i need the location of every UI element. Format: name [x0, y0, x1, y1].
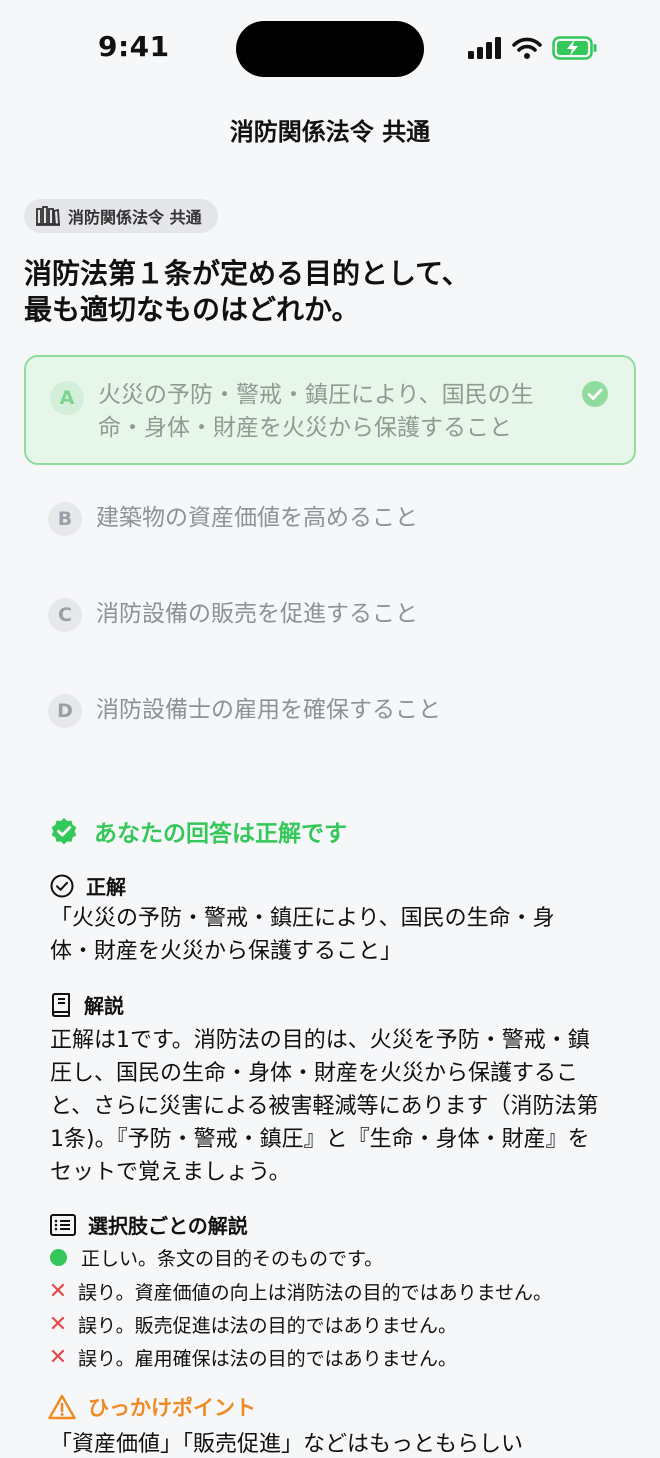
option-letter: B [48, 502, 82, 536]
category-tag: 消防関係法令 共通 [24, 199, 218, 233]
check-circle-outline-icon [50, 874, 74, 897]
book-icon [52, 992, 70, 1017]
correct-dot-icon [50, 1249, 67, 1266]
option-d[interactable]: D 消防設備士の雇用を確保すること [24, 694, 636, 728]
check-circle-icon [582, 381, 608, 407]
books-icon [36, 206, 60, 226]
trap-text: 「資産価値」「販売促進」などはもっともらしい [50, 1432, 524, 1457]
option-letter: A [50, 381, 84, 415]
answer-text: 「火災の予防・警戒・鎮圧により、国民の生命・身体・財産を火災から保護すること」 [50, 906, 555, 964]
cross-icon: ✕ [48, 1312, 68, 1337]
answer-heading: 正解 [50, 871, 126, 900]
per-option-item: ✕ 誤り。資産価値の向上は消防法の目的ではありません。 [48, 1278, 552, 1305]
warning-icon [48, 1394, 76, 1420]
per-option-heading: 選択肢ごとの解説 [50, 1210, 248, 1239]
battery-charging-icon [552, 36, 597, 60]
explanation-heading-label: 解説 [84, 994, 124, 1018]
option-c[interactable]: C 消防設備の販売を促進すること [24, 598, 636, 632]
signal-icon [468, 37, 501, 59]
answer-heading-label: 正解 [86, 875, 126, 899]
status-bar: 9:41 [0, 0, 660, 100]
list-icon [50, 1213, 76, 1236]
per-option-text: 誤り。販売促進は法の目的ではありません。 [78, 1315, 458, 1337]
per-option-item: 正しい。条文の目的そのものです。 [48, 1244, 383, 1271]
per-option-text: 誤り。雇用確保は法の目的ではありません。 [78, 1348, 458, 1370]
question-text: 消防法第１条が定める目的として、最も適切なものはどれか。 [24, 257, 470, 326]
verified-badge-icon [51, 818, 77, 845]
per-option-text: 誤り。資産価値の向上は消防法の目的ではありません。 [78, 1282, 553, 1304]
wifi-icon [512, 37, 542, 59]
cross-icon: ✕ [48, 1345, 68, 1370]
per-option-item: ✕ 誤り。雇用確保は法の目的ではありません。 [48, 1344, 457, 1371]
dynamic-island [236, 21, 424, 77]
option-letter: D [48, 694, 82, 728]
status-time: 9:41 [98, 30, 170, 63]
option-a[interactable]: A 火災の予防・警戒・鎮圧により、国民の生命・身体・財産を火災から保護すること [24, 355, 636, 465]
option-text: 消防設備士の雇用を確保すること [96, 697, 441, 723]
option-text: 火災の予防・警戒・鎮圧により、国民の生命・身体・財産を火災から保護すること [98, 382, 534, 441]
option-b[interactable]: B 建築物の資産価値を高めること [24, 502, 636, 536]
per-option-item: ✕ 誤り。販売促進は法の目的ではありません。 [48, 1311, 457, 1338]
nav-title: 消防関係法令 共通 [229, 118, 431, 146]
option-text: 消防設備の販売を促進すること [96, 601, 418, 627]
explanation-heading: 解説 [50, 990, 124, 1019]
per-option-heading-label: 選択肢ごとの解説 [88, 1214, 248, 1238]
result-banner: あなたの回答は正解です [50, 814, 347, 848]
explanation-text: 正解は1です。消防法の目的は、火災を予防・警戒・鎮圧し、国民の生命・身体・財産を… [50, 1028, 599, 1185]
status-icons [468, 34, 598, 62]
cross-icon: ✕ [48, 1279, 68, 1304]
result-text: あなたの回答は正解です [94, 821, 347, 847]
option-text: 建築物の資産価値を高めること [96, 505, 418, 531]
option-letter: C [48, 598, 82, 632]
trap-heading: ひっかけポイント [48, 1392, 256, 1422]
trap-heading-label: ひっかけポイント [88, 1396, 256, 1420]
per-option-text: 正しい。条文の目的そのものです。 [81, 1248, 384, 1270]
category-tag-label: 消防関係法令 共通 [68, 208, 202, 227]
